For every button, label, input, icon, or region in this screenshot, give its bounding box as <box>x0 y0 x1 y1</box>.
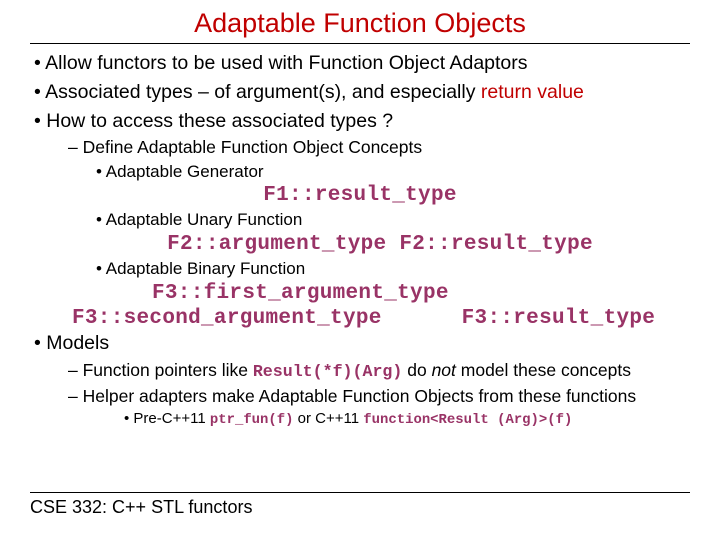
bullet-allow-functors: Allow functors to be used with Function … <box>22 52 698 76</box>
highlight-return-value: return value <box>481 81 584 103</box>
code-ptr-fun: ptr_fun(f) <box>210 412 294 428</box>
slide-title: Adaptable Function Objects <box>30 8 690 44</box>
code-f3-result: F3::result_type <box>462 307 656 330</box>
code-function-template: function<Result (Arg)>(f) <box>363 412 572 428</box>
bullet-list-models: Models Function pointers like Result(*f)… <box>22 332 698 429</box>
code-f3-second-and-result: F3::second_argument_type F3::result_type <box>22 307 698 330</box>
italic-not: not <box>432 360 456 380</box>
text: Associated types – of argument(s), and e… <box>45 81 481 103</box>
bullet-adaptable-unary: Adaptable Unary Function <box>22 210 698 231</box>
bullet-list-cont2: Adaptable Binary Function <box>22 259 698 280</box>
code-f3-first-arg: F3::first_argument_type <box>22 282 698 305</box>
text: or C++11 <box>294 410 364 427</box>
text: model these concepts <box>456 360 631 380</box>
code-f2-types: F2::argument_type F2::result_type <box>22 233 698 256</box>
bullet-models: Models <box>22 332 698 356</box>
bullet-list: Allow functors to be used with Function … <box>22 52 698 182</box>
text: Pre-C++11 <box>133 410 209 427</box>
bullet-define-concepts: Define Adaptable Function Object Concept… <box>22 137 698 158</box>
bullet-associated-types: Associated types – of argument(s), and e… <box>22 81 698 105</box>
bullet-adaptable-generator: Adaptable Generator <box>22 162 698 183</box>
slide-footer: CSE 332: C++ STL functors <box>30 492 690 518</box>
bullet-fn-pointers: Function pointers like Result(*f)(Arg) d… <box>22 360 698 382</box>
text: Function pointers like <box>83 360 253 380</box>
code-f1-result-type: F1::result_type <box>22 184 698 207</box>
bullet-how-access: How to access these associated types ? <box>22 110 698 134</box>
code-result-f-arg: Result(*f)(Arg) <box>253 362 403 381</box>
slide: Adaptable Function Objects Allow functor… <box>0 0 720 540</box>
code-f3-second-arg: F3::second_argument_type <box>72 307 382 330</box>
text: do <box>402 360 431 380</box>
bullet-ptr-fun: Pre-C++11 ptr_fun(f) or C++11 function<R… <box>22 410 698 429</box>
bullet-helper-adapters: Helper adapters make Adaptable Function … <box>22 386 698 407</box>
bullet-list-cont1: Adaptable Unary Function <box>22 210 698 231</box>
bullet-adaptable-binary: Adaptable Binary Function <box>22 259 698 280</box>
